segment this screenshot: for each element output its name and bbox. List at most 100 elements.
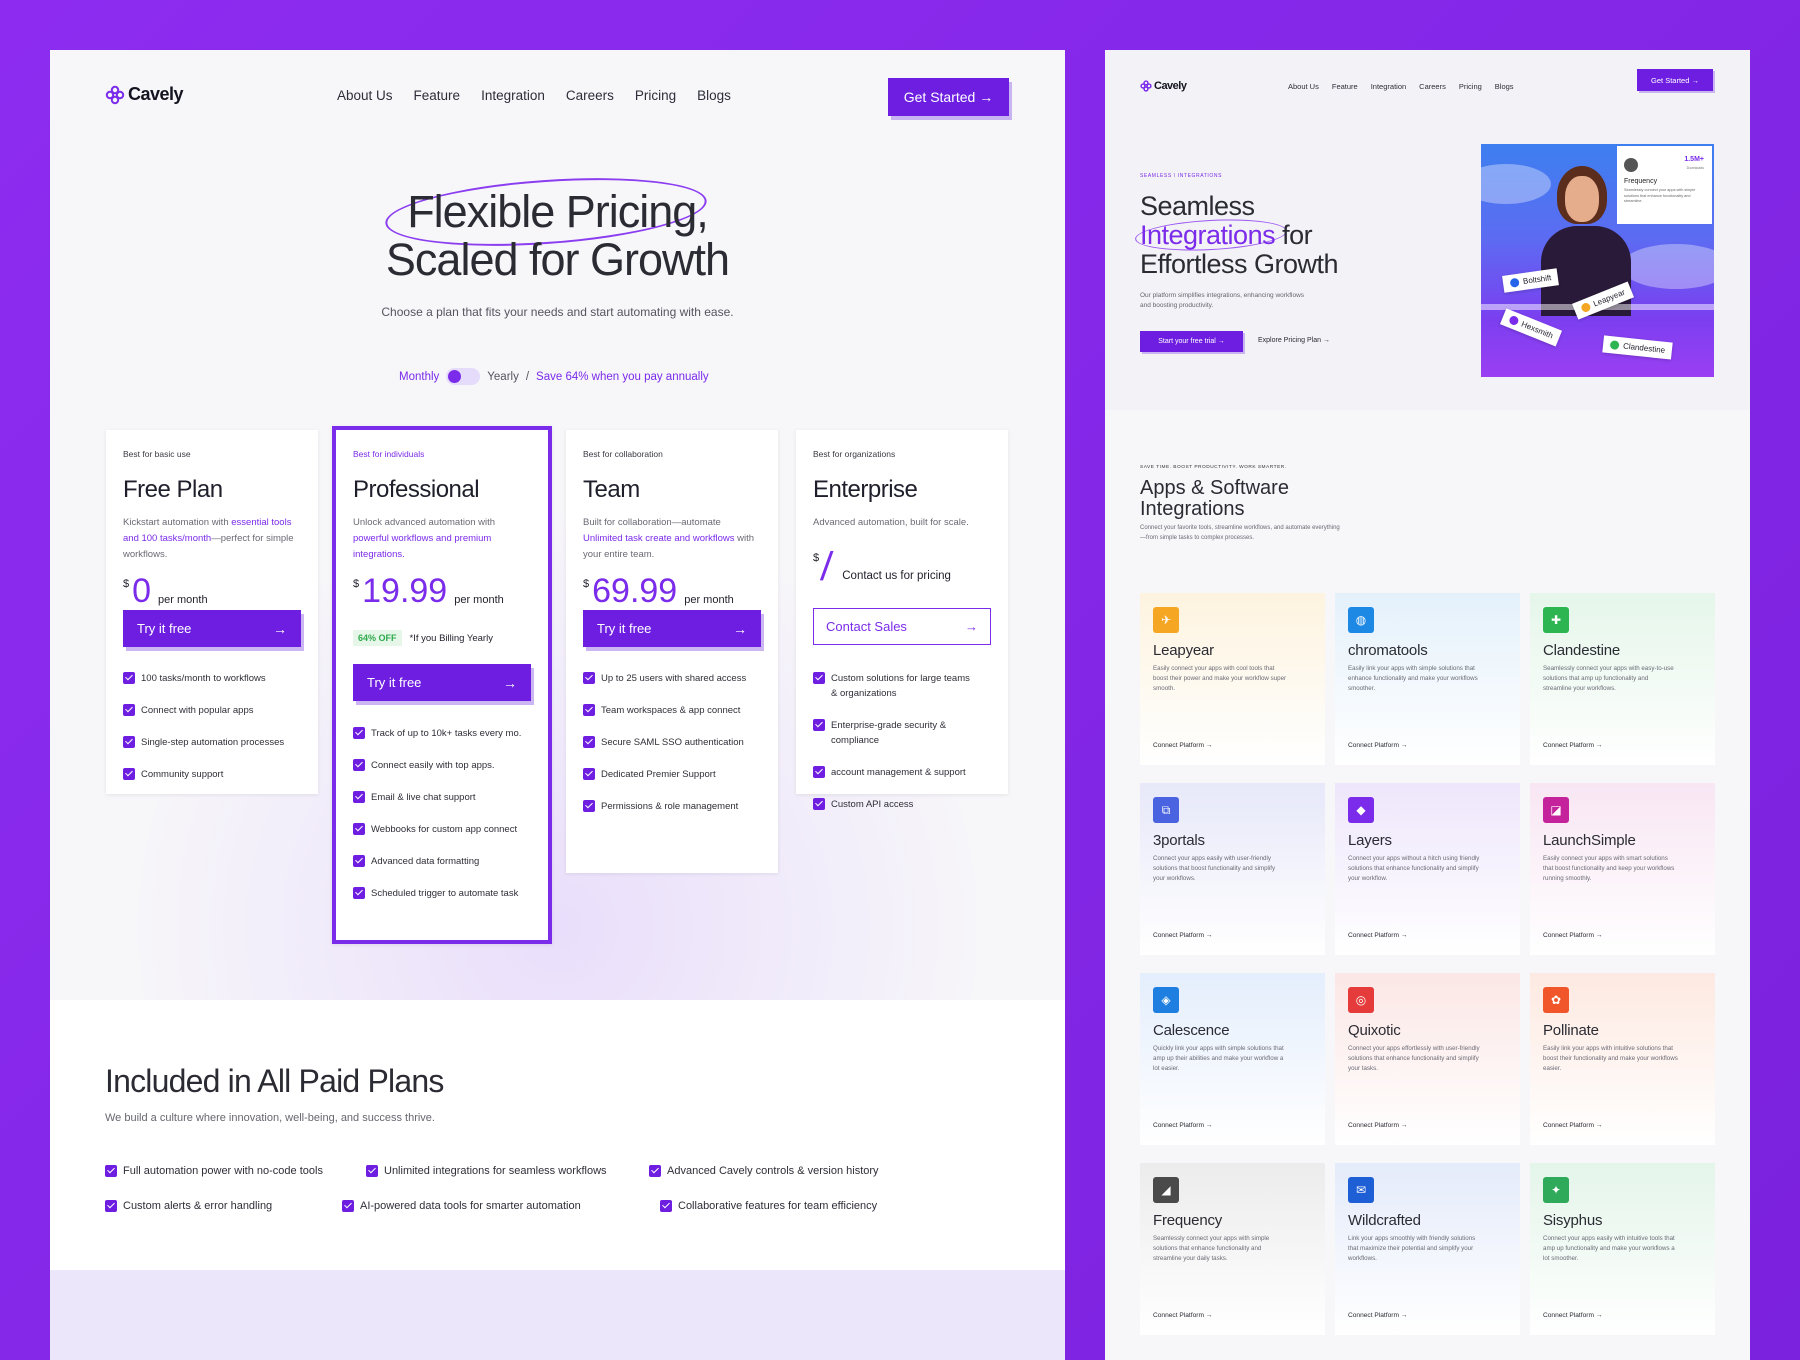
nav-link-pricing[interactable]: Pricing — [1459, 82, 1482, 91]
try-free-button[interactable]: Try it free → — [123, 610, 301, 647]
arrow-right-icon: → — [503, 674, 517, 691]
plan-tag: Best for collaboration — [583, 449, 663, 459]
button-label: Try it free — [367, 675, 422, 690]
brand-logo[interactable]: Cavely — [105, 84, 184, 105]
integration-description: Seamlessly connect your apps with easy-t… — [1543, 665, 1674, 692]
connect-platform-link[interactable]: Connect Platform → — [1348, 742, 1407, 749]
pricing-page-panel: Cavely About Us Feature Integration Care… — [50, 50, 1065, 1360]
apps-title: Apps & Software Integrations — [1140, 478, 1289, 520]
feature-text: Track of up to 10k+ tasks every mo. — [371, 728, 522, 739]
get-started-button[interactable]: Get Started → — [888, 78, 1009, 116]
nav-link-careers[interactable]: Careers — [566, 88, 614, 103]
checkbox-checked-icon — [583, 704, 595, 716]
connect-platform-link[interactable]: Connect Platform → — [1543, 742, 1602, 749]
nav-link-blogs[interactable]: Blogs — [1495, 82, 1514, 91]
connect-platform-link[interactable]: Connect Platform → — [1153, 932, 1212, 939]
feature-text: Custom API access — [831, 799, 914, 810]
connect-platform-link[interactable]: Connect Platform → — [1348, 932, 1407, 939]
calescence-icon: ◈ — [1153, 987, 1179, 1013]
plan-card-team: Best for collaboration Team Built for co… — [566, 430, 778, 873]
plan-description: Unlock advanced automation with powerful… — [353, 515, 503, 563]
feature-item: Permissions & role management — [583, 799, 773, 814]
connect-platform-link[interactable]: Connect Platform → — [1543, 932, 1602, 939]
apps-description: Connect your favorite tools, streamline … — [1140, 525, 1340, 541]
plan-tag: Best for organizations — [813, 449, 896, 459]
try-free-button[interactable]: Try it free → — [353, 664, 531, 701]
nav-link-integration[interactable]: Integration — [1371, 82, 1406, 91]
integration-description: Easily connect your apps with smart solu… — [1543, 855, 1675, 882]
checkbox-checked-icon — [353, 727, 365, 739]
nav-link-about[interactable]: About Us — [337, 88, 393, 103]
feature-item: Team workspaces & app connect — [583, 703, 773, 718]
billing-yearly-label[interactable]: Yearly — [487, 371, 519, 383]
feature-item: Dedicated Premier Support — [583, 767, 773, 782]
feature-item: Webbooks for custom app connect — [353, 822, 543, 837]
connect-platform-link[interactable]: Connect Platform → — [1153, 1122, 1212, 1129]
footer-band — [50, 1270, 1065, 1360]
billing-monthly-label[interactable]: Monthly — [399, 371, 439, 383]
arrow-right-icon: → — [965, 619, 978, 634]
contact-sales-button[interactable]: Contact Sales → — [813, 608, 991, 645]
included-item: Advanced Cavely controls & version histo… — [649, 1164, 879, 1177]
connect-platform-link[interactable]: Connect Platform → — [1153, 1312, 1212, 1319]
connect-platform-link[interactable]: Connect Platform → — [1348, 1122, 1407, 1129]
chip-clandestine: Clandestine — [1602, 335, 1673, 360]
free-trial-button[interactable]: Start your free trial → — [1140, 331, 1243, 352]
integration-card: ✉ Wildcrafted Link your apps smoothly with… — [1335, 1163, 1520, 1335]
nav-link-about[interactable]: About Us — [1288, 82, 1319, 91]
nav-link-feature[interactable]: Feature — [1332, 82, 1358, 91]
contact-pricing: $ / Contact us for pricing — [813, 545, 951, 589]
feature-item: account management & support — [813, 765, 978, 780]
brand-logo[interactable]: Cavely — [1140, 80, 1187, 92]
apps-title-line-2: Integrations — [1140, 498, 1245, 520]
nav-link-feature[interactable]: Feature — [414, 88, 461, 103]
title-line-2: Scaled for Growth — [385, 234, 730, 285]
checkbox-checked-icon — [353, 823, 365, 835]
integration-name: Pollinate — [1543, 1022, 1599, 1039]
feature-item: Up to 25 users with shared access — [583, 671, 773, 686]
checkbox-checked-icon — [813, 672, 825, 684]
try-free-button[interactable]: Try it free → — [583, 610, 761, 647]
sisyphus-icon: ✦ — [1543, 1177, 1569, 1203]
connect-platform-link[interactable]: Connect Platform → — [1543, 1122, 1602, 1129]
feature-text: Connect easily with top apps. — [371, 760, 495, 771]
connect-platform-link[interactable]: Connect Platform → — [1348, 1312, 1407, 1319]
included-text: AI-powered data tools for smarter automa… — [360, 1199, 581, 1212]
checkbox-checked-icon — [123, 736, 135, 748]
desc-highlight: powerful workflows and premium integrati… — [353, 533, 492, 560]
leapyear-icon: ✈ — [1153, 607, 1179, 633]
nav-link-integration[interactable]: Integration — [481, 88, 545, 103]
connect-platform-link[interactable]: Connect Platform → — [1153, 742, 1212, 749]
button-label: Try it free — [597, 621, 652, 636]
included-text: Collaborative features for team efficien… — [678, 1199, 878, 1212]
explore-pricing-link[interactable]: Explore Pricing Plan → — [1258, 337, 1330, 344]
button-label: Try it free — [137, 621, 192, 636]
billing-toggle[interactable] — [446, 368, 481, 385]
integration-description: Easily connect your apps with cool tools… — [1153, 665, 1287, 692]
feature-text: Dedicated Premier Support — [601, 769, 716, 780]
feature-item: Advanced data formatting — [353, 854, 543, 869]
feature-text: Single-step automation processes — [141, 737, 285, 748]
checkbox-checked-icon — [583, 800, 595, 812]
checkbox-checked-icon — [353, 887, 365, 899]
checkbox-checked-icon — [583, 768, 595, 780]
slash-glyph: / — [819, 545, 835, 589]
connect-platform-link[interactable]: Connect Platform → — [1543, 1312, 1602, 1319]
nav-link-careers[interactable]: Careers — [1419, 82, 1446, 91]
feature-item: Connect easily with top apps. — [353, 758, 543, 773]
nav-link-blogs[interactable]: Blogs — [697, 88, 731, 103]
included-item: Unlimited integrations for seamless work… — [366, 1164, 607, 1177]
desc-text: Advanced automation, built for scale. — [813, 517, 969, 528]
integration-name: chromatools — [1348, 642, 1428, 659]
feature-text: 100 tasks/month to workflows — [141, 673, 266, 684]
title-line-1: Seamless — [1140, 191, 1255, 221]
nav-link-pricing[interactable]: Pricing — [635, 88, 676, 103]
nav-links: About Us Feature Integration Careers Pri… — [337, 88, 731, 103]
page-title: Flexible Pricing, Scaled for Growth — [50, 188, 1065, 284]
checkbox-checked-icon — [353, 855, 365, 867]
desc-highlight: Unlimited task create and workflows — [583, 533, 735, 544]
get-started-button[interactable]: Get Started → — [1637, 69, 1713, 91]
page-subtitle: Choose a plan that fits your needs and s… — [381, 305, 734, 319]
plan-tag: Best for individuals — [353, 449, 425, 459]
included-text: Full automation power with no-code tools — [123, 1164, 323, 1177]
